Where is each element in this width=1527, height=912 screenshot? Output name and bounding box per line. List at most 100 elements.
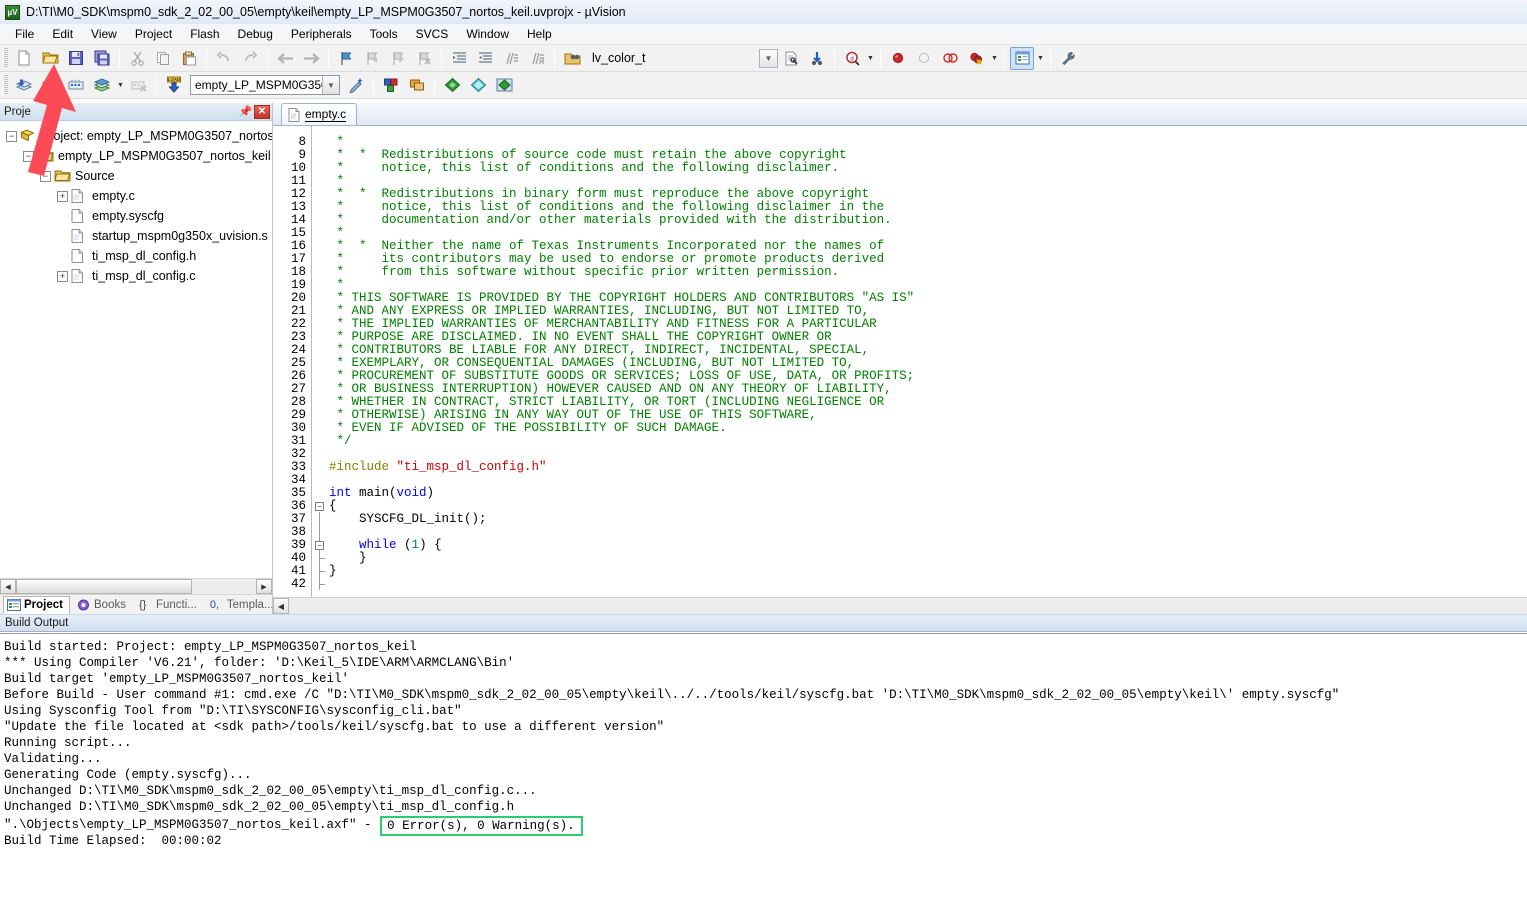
code-line[interactable]: while (1) { [329,539,1527,552]
find-in-files2-button[interactable] [779,47,803,70]
configure-toolbar-button[interactable] [1056,47,1080,70]
pin-icon[interactable]: 📌 [237,104,254,120]
navigate-back-button[interactable] [273,47,297,70]
target-options-button[interactable] [344,74,368,97]
scroll-track[interactable] [289,598,1527,614]
menu-item-debug[interactable]: Debug [229,25,282,43]
code-line[interactable]: } [329,552,1527,565]
disable-breakpoint-button[interactable] [912,47,936,70]
bookmark-prev-button[interactable] [360,47,384,70]
build-button[interactable] [38,74,62,97]
incremental-find-button[interactable] [805,47,829,70]
manage-project-items-button[interactable] [379,74,403,97]
tree-item[interactable]: − Source [6,166,272,186]
menu-item-project[interactable]: Project [126,25,181,43]
menu-item-help[interactable]: Help [518,25,561,43]
redo-button[interactable] [238,47,262,70]
close-icon[interactable]: ✕ [254,104,270,119]
code-line[interactable]: */ [329,435,1527,448]
menu-item-view[interactable]: View [82,25,126,43]
manage-windows-button[interactable] [1010,46,1034,70]
tree-item[interactable]: − empty_LP_MSPM0G3507_nortos_keil [6,146,272,166]
chevron-down-icon[interactable]: ▼ [865,47,876,70]
tree-item[interactable]: − Project: empty_LP_MSPM0G3507_nortos_k [6,126,272,146]
chevron-down-icon[interactable]: ▼ [989,47,1000,70]
rebuild-button[interactable] [64,74,88,97]
chevron-down-icon[interactable]: ▼ [1035,47,1046,70]
tab-templa[interactable]: 0, Templa... [207,596,280,614]
undo-button[interactable] [212,47,236,70]
menu-item-tools[interactable]: Tools [361,25,407,43]
indent-left-button[interactable] [473,47,497,70]
scroll-left-button[interactable]: ◀ [0,579,16,594]
paste-button[interactable] [177,47,201,70]
code-line[interactable]: #include "ti_msp_dl_config.h" [329,461,1527,474]
toolbar-grip[interactable] [3,48,8,68]
code-line[interactable]: * from this software without specific pr… [329,266,1527,279]
manage-run-time-env-button[interactable] [466,74,490,97]
toolbar-grip[interactable] [3,75,8,95]
code-line[interactable]: * notice, this list of conditions and th… [329,162,1527,175]
search-input[interactable]: lv_color_t [589,48,757,68]
collapse-toggle[interactable]: − [6,130,17,142]
menu-item-file[interactable]: File [6,25,43,43]
insert-breakpoint-button[interactable] [886,47,910,70]
code-line[interactable] [329,526,1527,539]
project-tree-hscrollbar[interactable]: ◀ ▶ [0,578,272,594]
menu-item-edit[interactable]: Edit [43,25,82,43]
code-line[interactable]: * documentation and/or other materials p… [329,214,1527,227]
chevron-down-icon[interactable]: ▼ [115,74,126,97]
menu-item-svcs[interactable]: SVCS [407,25,458,43]
find-dropdown-button[interactable]: ▼ [759,48,778,68]
comment-lines-button[interactable] [499,47,523,70]
pack-installer-button[interactable] [440,74,464,97]
new-file-button[interactable] [12,47,36,70]
code-folding-column[interactable]: − − [311,126,327,597]
translate-button[interactable] [12,74,36,97]
code-line[interactable]: { [329,500,1527,513]
tab-empty-c[interactable]: empty.c [281,103,358,125]
select-software-packs-button[interactable] [492,74,516,97]
bookmark-clear-button[interactable] [412,47,436,70]
open-file-button[interactable] [38,47,62,70]
code-line[interactable]: * EVEN IF ADVISED OF THE POSSIBILITY OF … [329,422,1527,435]
kill-all-breakpoints-button[interactable] [938,47,962,70]
code-line[interactable]: SYSCFG_DL_init(); [329,513,1527,526]
tree-item[interactable]: + empty.c [6,186,272,206]
code-area[interactable]: 8 9 10 11 12 13 14 15 16 17 18 19 20 21 22 23 24 25 26 27 28… [273,126,1527,597]
indent-right-button[interactable] [447,47,471,70]
copy-button[interactable] [151,47,175,70]
tab-books[interactable]: Books [74,596,132,614]
bookmark-toggle-button[interactable] [334,47,358,70]
chevron-down-icon[interactable]: ▼ [322,76,339,94]
navigate-forward-button[interactable] [299,47,323,70]
tab-project[interactable]: Project [3,596,70,614]
source-code-text[interactable]: * * * Redistributions of source code mus… [327,126,1527,597]
fold-toggle[interactable]: − [315,541,324,550]
save-all-button[interactable] [90,47,114,70]
scroll-thumb[interactable] [16,579,192,594]
uncomment-lines-button[interactable] [525,47,549,70]
code-line[interactable] [329,474,1527,487]
target-selector[interactable]: empty_LP_MSPM0G3507_ ▼ [190,75,340,95]
manage-multi-project-button[interactable] [405,74,429,97]
build-output-text[interactable]: Build started: Project: empty_LP_MSPM0G3… [0,633,1527,912]
stop-build-button[interactable] [127,74,151,97]
browse-symbols-button[interactable]: d [840,47,864,70]
tree-item[interactable]: startup_mspm0g350x_uvision.s [6,226,272,246]
code-line[interactable] [329,578,1527,591]
cut-button[interactable] [125,47,149,70]
tree-item[interactable]: + ti_msp_dl_config.c [6,266,272,286]
save-button[interactable] [64,47,88,70]
fold-toggle[interactable]: − [315,502,324,511]
batch-build-button[interactable] [90,74,114,97]
tree-item[interactable]: empty.syscfg [6,206,272,226]
collapse-toggle[interactable]: − [40,170,51,182]
find-in-files-button[interactable] [560,47,584,70]
menu-item-window[interactable]: Window [457,25,518,43]
expand-toggle[interactable]: + [57,190,68,202]
editor-hscrollbar[interactable]: ◀ [273,597,1527,614]
menu-item-flash[interactable]: Flash [181,25,228,43]
bookmark-next-button[interactable] [386,47,410,70]
code-line[interactable]: } [329,565,1527,578]
